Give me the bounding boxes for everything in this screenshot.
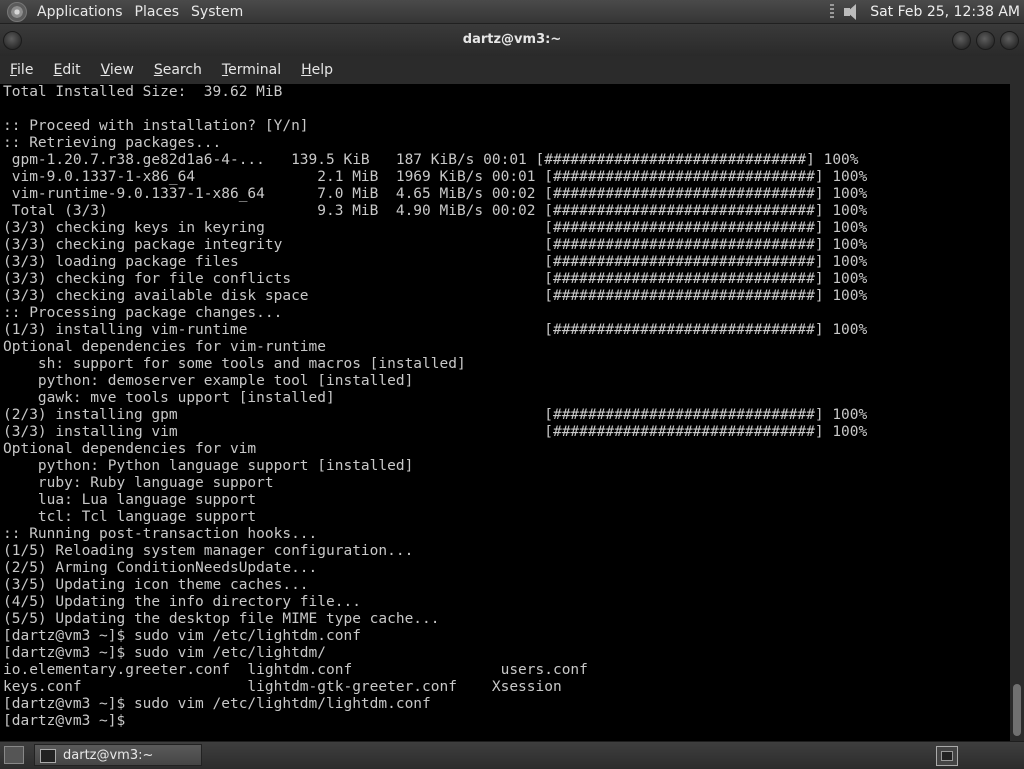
close-button[interactable] bbox=[1000, 31, 1019, 50]
terminal-text: Total Installed Size: 39.62 MiB :: Proce… bbox=[0, 84, 1010, 730]
file-menu[interactable]: File bbox=[0, 56, 43, 84]
clock[interactable]: Sat Feb 25, 12:38 AM bbox=[870, 4, 1020, 20]
terminal-line: gpm-1.20.7.r38.ge82d1a6-4-... 139.5 KiB … bbox=[3, 152, 859, 168]
scrollbar-thumb[interactable] bbox=[1013, 684, 1021, 736]
search-menu[interactable]: Search bbox=[144, 56, 212, 84]
terminal-line: (3/5) Updating icon theme caches... bbox=[3, 577, 309, 593]
terminal-line: (3/3) installing vim [##################… bbox=[3, 424, 868, 440]
terminal-line: tcl: Tcl language support bbox=[3, 509, 257, 525]
terminal-line: gawk: mve tools upport [installed] bbox=[3, 390, 335, 406]
terminal-line: vim-runtime-9.0.1337-1-x86_64 7.0 MiB 4.… bbox=[3, 186, 868, 202]
help-menu[interactable]: Help bbox=[291, 56, 343, 84]
terminal-line: Optional dependencies for vim bbox=[3, 441, 257, 457]
bottom-panel: dartz@vm3:~ bbox=[0, 741, 1024, 769]
terminal-line: (3/3) checking available disk space [###… bbox=[3, 288, 868, 304]
terminal-scrollbar[interactable] bbox=[1010, 84, 1024, 741]
terminal-line: :: Retrieving packages... bbox=[3, 135, 222, 151]
terminal-line: io.elementary.greeter.conf lightdm.conf … bbox=[3, 662, 588, 678]
taskbar-window-button[interactable]: dartz@vm3:~ bbox=[34, 744, 202, 766]
terminal-line: (2/3) installing gpm [##################… bbox=[3, 407, 868, 423]
terminal-line: [dartz@vm3 ~]$ bbox=[3, 713, 126, 729]
window-menu-button[interactable] bbox=[3, 31, 22, 50]
taskbar-window-label: dartz@vm3:~ bbox=[63, 748, 154, 763]
terminal-line: Total Installed Size: 39.62 MiB bbox=[3, 84, 283, 100]
terminal-output[interactable]: Total Installed Size: 39.62 MiB :: Proce… bbox=[0, 84, 1010, 741]
terminal-line: (3/3) loading package files [###########… bbox=[3, 254, 868, 270]
system-menu[interactable]: System bbox=[185, 0, 249, 24]
terminal-line: keys.conf lightdm-gtk-greeter.conf Xsess… bbox=[3, 679, 562, 695]
terminal-line: (3/3) checking package integrity [######… bbox=[3, 237, 868, 253]
terminal-line: (3/3) checking keys in keyring [########… bbox=[3, 220, 868, 236]
view-menu[interactable]: View bbox=[91, 56, 144, 84]
terminal-line: :: Running post-transaction hooks... bbox=[3, 526, 318, 542]
distro-logo-icon[interactable] bbox=[7, 1, 27, 22]
terminal-line: (1/3) installing vim-runtime [##########… bbox=[3, 322, 868, 338]
edit-menu[interactable]: Edit bbox=[43, 56, 90, 84]
terminal-menu[interactable]: Terminal bbox=[212, 56, 291, 84]
terminal-line: python: demoserver example tool [install… bbox=[3, 373, 414, 389]
terminal-line: lua: Lua language support bbox=[3, 492, 257, 508]
terminal-line: (2/5) Arming ConditionNeedsUpdate... bbox=[3, 560, 318, 576]
terminal-line: :: Processing package changes... bbox=[3, 305, 283, 321]
terminal-line: [dartz@vm3 ~]$ sudo vim /etc/lightdm/ bbox=[3, 645, 327, 661]
terminal-line: python: Python language support [install… bbox=[3, 458, 414, 474]
maximize-button[interactable] bbox=[976, 31, 995, 50]
terminal-line: ruby: Ruby language support bbox=[3, 475, 274, 491]
volume-icon[interactable] bbox=[842, 3, 862, 21]
terminal-line: (1/5) Reloading system manager configura… bbox=[3, 543, 414, 559]
workspace-switcher-icon[interactable] bbox=[936, 746, 958, 766]
places-menu[interactable]: Places bbox=[129, 0, 186, 24]
terminal-line: sh: support for some tools and macros [i… bbox=[3, 356, 466, 372]
terminal-line: (4/5) Updating the info directory file..… bbox=[3, 594, 361, 610]
menubar: File Edit View Search Terminal Help bbox=[0, 56, 1024, 84]
terminal-line: :: Proceed with installation? [Y/n] bbox=[3, 118, 309, 134]
window-titlebar[interactable]: dartz@vm3:~ bbox=[0, 24, 1024, 56]
terminal-line: Optional dependencies for vim-runtime bbox=[3, 339, 327, 355]
top-panel: Applications Places System Sat Feb 25, 1… bbox=[0, 0, 1024, 24]
show-desktop-button[interactable] bbox=[4, 746, 24, 764]
terminal-line: vim-9.0.1337-1-x86_64 2.1 MiB 1969 KiB/s… bbox=[3, 169, 868, 185]
applications-menu[interactable]: Applications bbox=[31, 0, 129, 24]
minimize-button[interactable] bbox=[952, 31, 971, 50]
terminal-line: (3/3) checking for file conflicts [#####… bbox=[3, 271, 868, 287]
terminal-line: [dartz@vm3 ~]$ sudo vim /etc/lightdm/lig… bbox=[3, 696, 431, 712]
panel-grip-icon[interactable] bbox=[830, 4, 835, 20]
terminal-icon bbox=[40, 749, 56, 763]
terminal-line: Total (3/3) 9.3 MiB 4.90 MiB/s 00:02 [##… bbox=[3, 203, 868, 219]
terminal-line: (5/5) Updating the desktop file MIME typ… bbox=[3, 611, 440, 627]
terminal-line: [dartz@vm3 ~]$ sudo vim /etc/lightdm.con… bbox=[3, 628, 361, 644]
panel-tray: Sat Feb 25, 12:38 AM bbox=[830, 0, 1024, 24]
window-title: dartz@vm3:~ bbox=[462, 32, 562, 47]
